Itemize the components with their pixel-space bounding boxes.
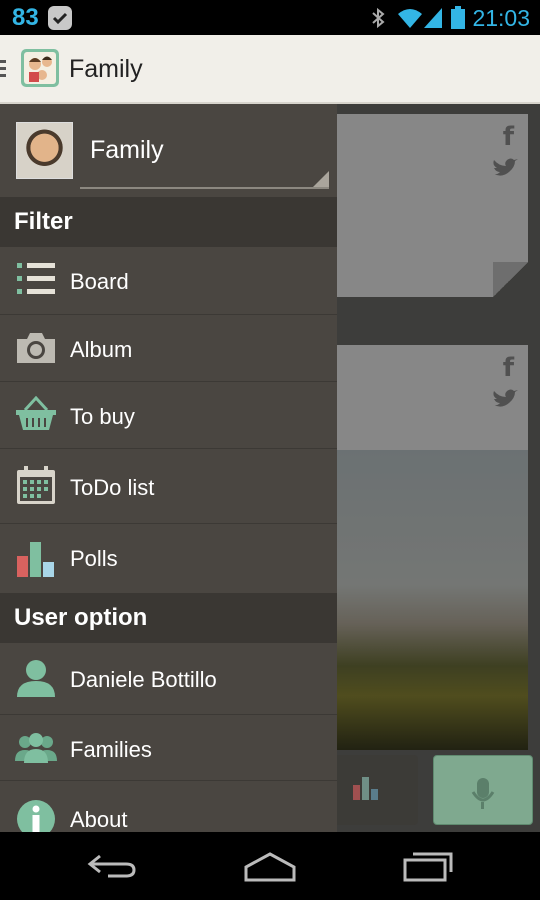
drawer-item-label: To buy	[70, 404, 135, 429]
drawer-scrim[interactable]	[315, 104, 540, 832]
section-user-option: User option	[0, 593, 337, 643]
section-filter: Filter	[0, 197, 337, 247]
drawer-item-todo-list[interactable]: ToDo list	[0, 449, 337, 524]
family-name: Family	[90, 136, 164, 164]
wifi-icon	[397, 6, 423, 35]
spinner-dropdown-icon[interactable]	[313, 171, 329, 187]
back-icon[interactable]	[86, 850, 138, 885]
drawer-item-label: Families	[70, 737, 152, 762]
voice-input-button[interactable]	[433, 755, 533, 825]
drawer-indicator-icon[interactable]	[0, 60, 6, 80]
status-bar: 83 21:03	[0, 0, 540, 35]
spinner-underline	[80, 187, 329, 189]
clock: 21:03	[472, 5, 530, 31]
bar-chart-icon	[15, 540, 57, 584]
navigation-drawer: Family Filter Board Album To buy ToDo li…	[0, 104, 337, 832]
drawer-item-about[interactable]: About	[0, 781, 337, 832]
family-app-icon[interactable]	[20, 48, 60, 88]
bar-chart-icon	[353, 777, 378, 800]
user-icon	[15, 659, 57, 705]
drawer-item-polls[interactable]: Polls	[0, 524, 337, 593]
drawer-item-user[interactable]: Daniele Bottillo	[0, 643, 337, 715]
drawer-item-label: Polls	[70, 546, 118, 571]
calendar-icon	[15, 466, 57, 512]
app-title[interactable]: Family	[69, 55, 143, 84]
signal-icon	[424, 6, 444, 35]
drawer-item-label: Album	[70, 337, 133, 362]
profile-selector[interactable]: Family	[0, 104, 337, 197]
basket-icon	[15, 395, 57, 438]
info-icon	[15, 798, 57, 832]
drawer-item-label: ToDo list	[70, 475, 155, 500]
recent-apps-icon[interactable]	[403, 850, 455, 887]
drawer-item-label: Board	[70, 269, 129, 294]
system-nav-bar	[0, 832, 540, 900]
drawer-item-board[interactable]: Board	[0, 247, 337, 315]
notification-check-icon	[48, 6, 72, 30]
group-icon	[15, 731, 57, 771]
drawer-item-label: About	[70, 807, 128, 832]
microphone-icon	[471, 778, 495, 809]
drawer-item-to-buy[interactable]: To buy	[0, 382, 337, 449]
battery-icon	[450, 6, 466, 35]
poll-button[interactable]	[330, 755, 418, 825]
notification-count: 83	[12, 4, 39, 31]
bluetooth-icon	[370, 6, 386, 35]
camera-icon	[15, 331, 57, 371]
drawer-item-families[interactable]: Families	[0, 715, 337, 781]
avatar	[16, 122, 73, 179]
drawer-item-album[interactable]: Album	[0, 315, 337, 382]
home-icon[interactable]	[243, 852, 297, 887]
drawer-item-label: Daniele Bottillo	[70, 667, 217, 692]
action-bar: Family	[0, 35, 540, 104]
board-list-icon	[15, 261, 57, 303]
